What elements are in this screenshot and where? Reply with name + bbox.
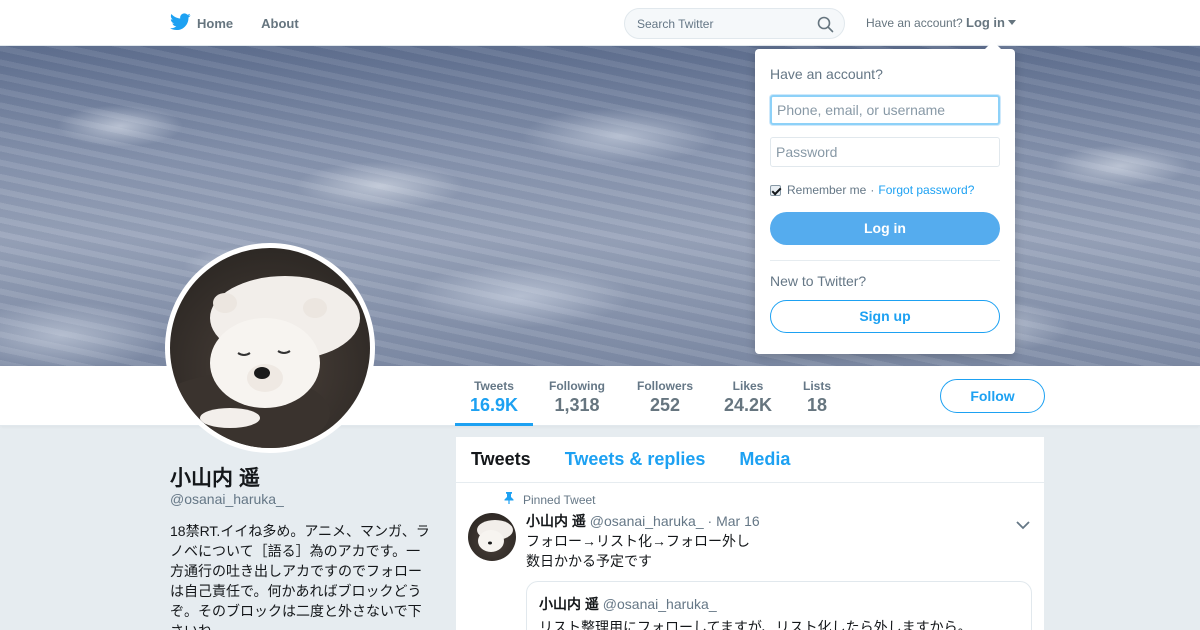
polar-bear-plush-image (170, 248, 370, 448)
quoted-tweet[interactable]: 小山内 遥 @osanai_haruka_ リスト整理用にフォローしてますが、リ… (526, 581, 1032, 630)
stat-label: Tweets (474, 379, 514, 393)
search-icon[interactable] (817, 16, 834, 38)
login-dropdown: Have an account? Remember me · Forgot pa… (755, 41, 1015, 354)
tweet-text-line: 数日かかる予定です (526, 553, 652, 569)
username-field[interactable] (770, 95, 1000, 125)
login-toggle-label: Log in (966, 15, 1005, 30)
stat-label: Likes (732, 379, 764, 393)
tweet-avatar[interactable] (468, 513, 516, 561)
stat-tweets[interactable]: Tweets 16.9K (455, 366, 533, 426)
nav-about-label: About (261, 15, 299, 31)
remember-me-checkbox[interactable] (770, 184, 781, 196)
follow-button[interactable]: Follow (940, 379, 1045, 413)
remember-me-label[interactable]: Remember me (787, 183, 866, 197)
nav-left: Home About (170, 0, 327, 46)
tweet-text: フォロー→リスト化→フォロー外し 数日かかる予定です (526, 531, 750, 571)
password-field[interactable] (770, 137, 1000, 167)
nav-home[interactable]: Home (170, 0, 233, 46)
profile-bio: 18禁RT.イイね多め。アニメ、マンガ、ラノベについて［語る］為のアカです。一方… (170, 523, 430, 630)
tweet-date[interactable]: · Mar 16 (708, 513, 760, 529)
profile-avatar[interactable] (165, 243, 375, 453)
tab-media[interactable]: Media (739, 449, 790, 470)
search-placeholder: Search Twitter (637, 17, 714, 31)
search-input[interactable]: Search Twitter (624, 8, 845, 39)
quoted-author-name: 小山内 遥 (539, 596, 599, 612)
stat-value: 18 (806, 395, 828, 415)
divider (770, 260, 1000, 261)
have-account-text: Have an account? (866, 16, 963, 30)
tab-tweets[interactable]: Tweets (471, 449, 531, 470)
stat-likes[interactable]: Likes 24.2K (718, 366, 778, 426)
tweet-item[interactable]: Pinned Tweet 小山内 遥 @osanai_haruka_ · Mar… (456, 483, 1044, 630)
forgot-password-link[interactable]: Forgot password? (878, 183, 974, 197)
stat-followers[interactable]: Followers 252 (629, 366, 701, 426)
quoted-tweet-text: リスト整理用にフォローしてますが、リスト化したら外しますから。 (539, 619, 972, 630)
stat-value: 24.2K (723, 395, 773, 415)
profile-name[interactable]: 小山内 遥 (170, 462, 260, 492)
pinned-label: Pinned Tweet (504, 492, 596, 507)
login-dropdown-toggle[interactable]: Log in (966, 15, 1016, 30)
stat-lists[interactable]: Lists 18 (795, 366, 839, 426)
quoted-author-handle: @osanai_haruka_ (602, 596, 717, 612)
stat-value: 16.9K (469, 395, 519, 415)
stat-label: Lists (802, 379, 831, 393)
new-to-twitter-text: New to Twitter? (770, 273, 867, 289)
login-button[interactable]: Log in (770, 212, 1000, 245)
tweet-header: 小山内 遥 @osanai_haruka_ · Mar 16 (526, 511, 760, 531)
stat-value: 252 (649, 395, 681, 415)
caret-down-icon (1008, 20, 1016, 25)
nav-about[interactable]: About (261, 0, 299, 46)
twitter-bird-icon (170, 12, 197, 34)
separator-dot: · (870, 183, 875, 197)
remember-me-row: Remember me · Forgot password? (770, 183, 974, 197)
tweet-author-handle[interactable]: @osanai_haruka_ (590, 513, 704, 529)
pin-icon (504, 492, 523, 507)
tweet-author-name[interactable]: 小山内 遥 (526, 513, 586, 529)
stat-label: Following (549, 379, 605, 393)
login-title: Have an account? (770, 66, 883, 82)
stat-following[interactable]: Following 1,318 (541, 366, 613, 426)
stat-value: 1,318 (554, 395, 600, 415)
quoted-tweet-header: 小山内 遥 @osanai_haruka_ (539, 594, 1019, 614)
chevron-down-icon[interactable] (1016, 517, 1030, 535)
nav-home-label: Home (197, 15, 234, 31)
profile-handle[interactable]: @osanai_haruka_ (170, 491, 284, 507)
tweet-text-line: フォロー→リスト化→フォロー外し (526, 533, 750, 549)
top-nav-bar: Home About Search Twitter Have an accoun… (0, 0, 1200, 46)
timeline: Tweets Tweets & replies Media Pinned Twe… (456, 437, 1044, 630)
tab-tweets-replies[interactable]: Tweets & replies (565, 449, 706, 470)
pinned-text: Pinned Tweet (523, 492, 596, 507)
stat-label: Followers (636, 379, 693, 393)
timeline-tabs: Tweets Tweets & replies Media (456, 437, 1044, 483)
signup-button[interactable]: Sign up (770, 300, 1000, 333)
